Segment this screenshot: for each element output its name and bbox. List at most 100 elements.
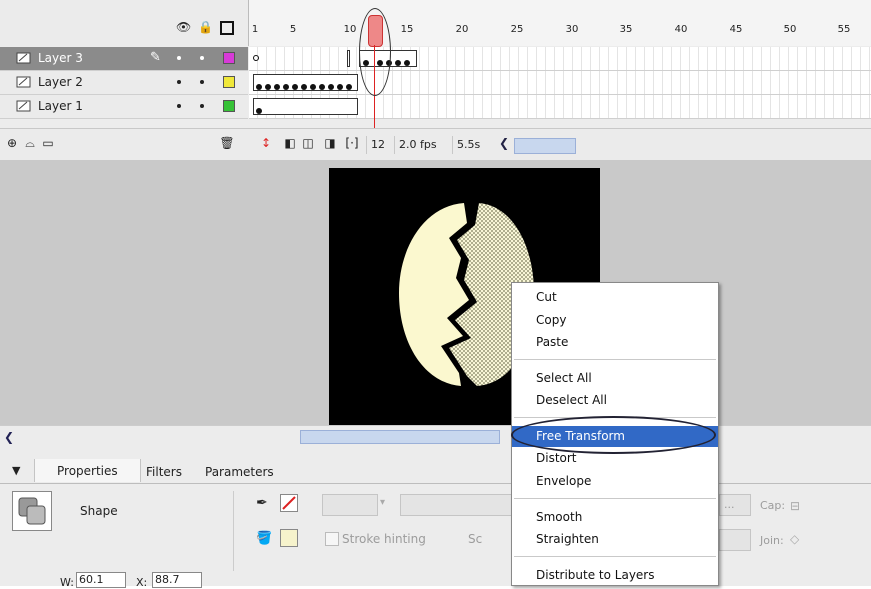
frame-number: 25	[510, 24, 524, 35]
onion-skin-icon[interactable]: ◧	[282, 135, 298, 151]
layer-2-frames[interactable]	[249, 71, 871, 95]
blank-keyframe[interactable]	[253, 55, 259, 61]
modify-markers-icon[interactable]: [·]	[344, 135, 360, 151]
frame-end[interactable]	[347, 50, 350, 67]
frame-number: 30	[565, 24, 579, 35]
stage-horizontal-scrollbar[interactable]: ❮	[0, 425, 871, 448]
layer-name: Layer 3	[38, 51, 83, 65]
add-motion-guide-icon[interactable]: ⌓	[22, 135, 38, 151]
menu-item-copy[interactable]: Copy	[512, 310, 718, 331]
menu-item-envelope[interactable]: Envelope	[512, 471, 718, 492]
center-frame-icon[interactable]: ↕	[258, 135, 274, 151]
shape-icon	[12, 491, 52, 531]
stroke-hinting-label: Stroke hinting	[342, 532, 426, 546]
stroke-width-dropdown-icon[interactable]: ▾	[380, 497, 385, 508]
scroll-left-icon[interactable]: ❮	[496, 135, 512, 151]
visibility-dot[interactable]	[177, 104, 181, 108]
selection-type-label: Shape	[80, 504, 118, 518]
outline-color-swatch[interactable]	[223, 100, 235, 112]
frame-span[interactable]	[253, 74, 358, 91]
menu-item-deselect-all[interactable]: Deselect All	[512, 390, 718, 411]
keyframe	[328, 84, 334, 90]
menu-item-smooth[interactable]: Smooth	[512, 507, 718, 528]
frame-number: 20	[455, 24, 469, 35]
playhead-highlight-ellipse	[359, 8, 391, 96]
edit-multiple-frames-icon[interactable]: ◨	[322, 135, 338, 151]
lock-dot[interactable]	[200, 56, 204, 60]
keyframe	[274, 84, 280, 90]
add-folder-icon[interactable]: ▭	[40, 135, 56, 151]
timeline-toolbar: ⊕ ⌓ ▭ 🗑 ↕ ◧ ◫ ◨ [·] 12 2.0 fps 5.5s ❮	[0, 128, 871, 161]
custom-button[interactable]: ...	[719, 494, 751, 516]
frame-number: 50	[783, 24, 797, 35]
keyframe	[337, 84, 343, 90]
add-layer-icon[interactable]: ⊕	[4, 135, 20, 151]
tab-properties[interactable]: Properties	[34, 459, 141, 482]
menu-item-cut[interactable]: Cut	[512, 287, 718, 308]
stroke-style-field[interactable]	[400, 494, 512, 516]
cap-icon[interactable]: ⊟	[790, 499, 800, 513]
menu-item-straighten[interactable]: Straighten	[512, 529, 718, 550]
layer-name: Layer 2	[38, 75, 83, 89]
outline-icon[interactable]	[220, 21, 234, 35]
scroll-left-icon[interactable]: ❮	[4, 430, 18, 444]
miter-field[interactable]	[719, 529, 751, 551]
layer-row-layer-3[interactable]: Layer 3 ✎	[0, 47, 248, 71]
keyframe	[310, 84, 316, 90]
scroll-thumb[interactable]	[300, 430, 500, 444]
pencil-icon: ✎	[150, 50, 161, 65]
free-transform-highlight-ellipse	[511, 416, 716, 454]
frame-number: 55	[837, 24, 851, 35]
frame-number: 35	[619, 24, 633, 35]
stroke-color-swatch[interactable]	[280, 494, 298, 512]
stroke-hinting-checkbox[interactable]	[325, 532, 339, 546]
keyframe	[265, 84, 271, 90]
timeline-scroll-thumb[interactable]	[514, 138, 576, 154]
keyframe	[395, 60, 401, 66]
menu-item-paste[interactable]: Paste	[512, 332, 718, 353]
layer-icon	[16, 99, 32, 113]
layer-row-layer-2[interactable]: Layer 2	[0, 71, 248, 95]
visibility-dot[interactable]	[177, 80, 181, 84]
frame-span[interactable]	[253, 98, 358, 115]
properties-panel: ▼ Properties Filters Parameters Shape ✒ …	[0, 447, 871, 589]
keyframe	[283, 84, 289, 90]
lock-dot[interactable]	[200, 104, 204, 108]
outline-color-swatch[interactable]	[223, 76, 235, 88]
frame-number: 45	[729, 24, 743, 35]
outline-color-swatch[interactable]	[223, 52, 235, 64]
visibility-dot[interactable]	[177, 56, 181, 60]
frame-rate: 2.0 fps	[394, 136, 441, 154]
lock-icon[interactable]: 🔒	[198, 20, 213, 34]
lock-dot[interactable]	[200, 80, 204, 84]
join-label: Join:	[760, 534, 784, 547]
layer-icon	[16, 75, 32, 89]
cap-label: Cap:	[760, 499, 786, 512]
frame-ruler[interactable]: 1 5 10 15 20 25 30 35 40 45 50 55	[248, 0, 871, 46]
collapse-arrow-icon[interactable]: ▼	[12, 464, 20, 477]
fill-color-swatch[interactable]	[280, 529, 298, 547]
menu-item-distribute-to-layers[interactable]: Distribute to Layers	[512, 565, 718, 586]
layer-row-layer-1[interactable]: Layer 1	[0, 95, 248, 119]
tab-parameters[interactable]: Parameters	[205, 465, 274, 479]
stroke-width-field[interactable]	[322, 494, 378, 516]
frame-number: 5	[289, 24, 297, 35]
frame-number: 1	[251, 24, 259, 35]
menu-separator	[514, 498, 716, 499]
onion-skin-outlines-icon[interactable]: ◫	[300, 135, 316, 151]
layer-name: Layer 1	[38, 99, 83, 113]
tab-filters[interactable]: Filters	[146, 465, 182, 479]
eye-icon[interactable]: 👁	[176, 20, 191, 34]
menu-separator	[514, 556, 716, 557]
layer-1-frames[interactable]	[249, 95, 871, 119]
keyframe	[404, 60, 410, 66]
keyframe	[256, 108, 262, 114]
join-icon[interactable]: ◇	[790, 532, 799, 546]
layer-3-frames[interactable]	[249, 47, 871, 71]
frame-number: 15	[400, 24, 414, 35]
trash-icon[interactable]: 🗑	[219, 135, 235, 151]
menu-item-select-all[interactable]: Select All	[512, 368, 718, 389]
keyframe	[319, 84, 325, 90]
scale-label: Sc	[468, 532, 483, 546]
keyframe	[301, 84, 307, 90]
